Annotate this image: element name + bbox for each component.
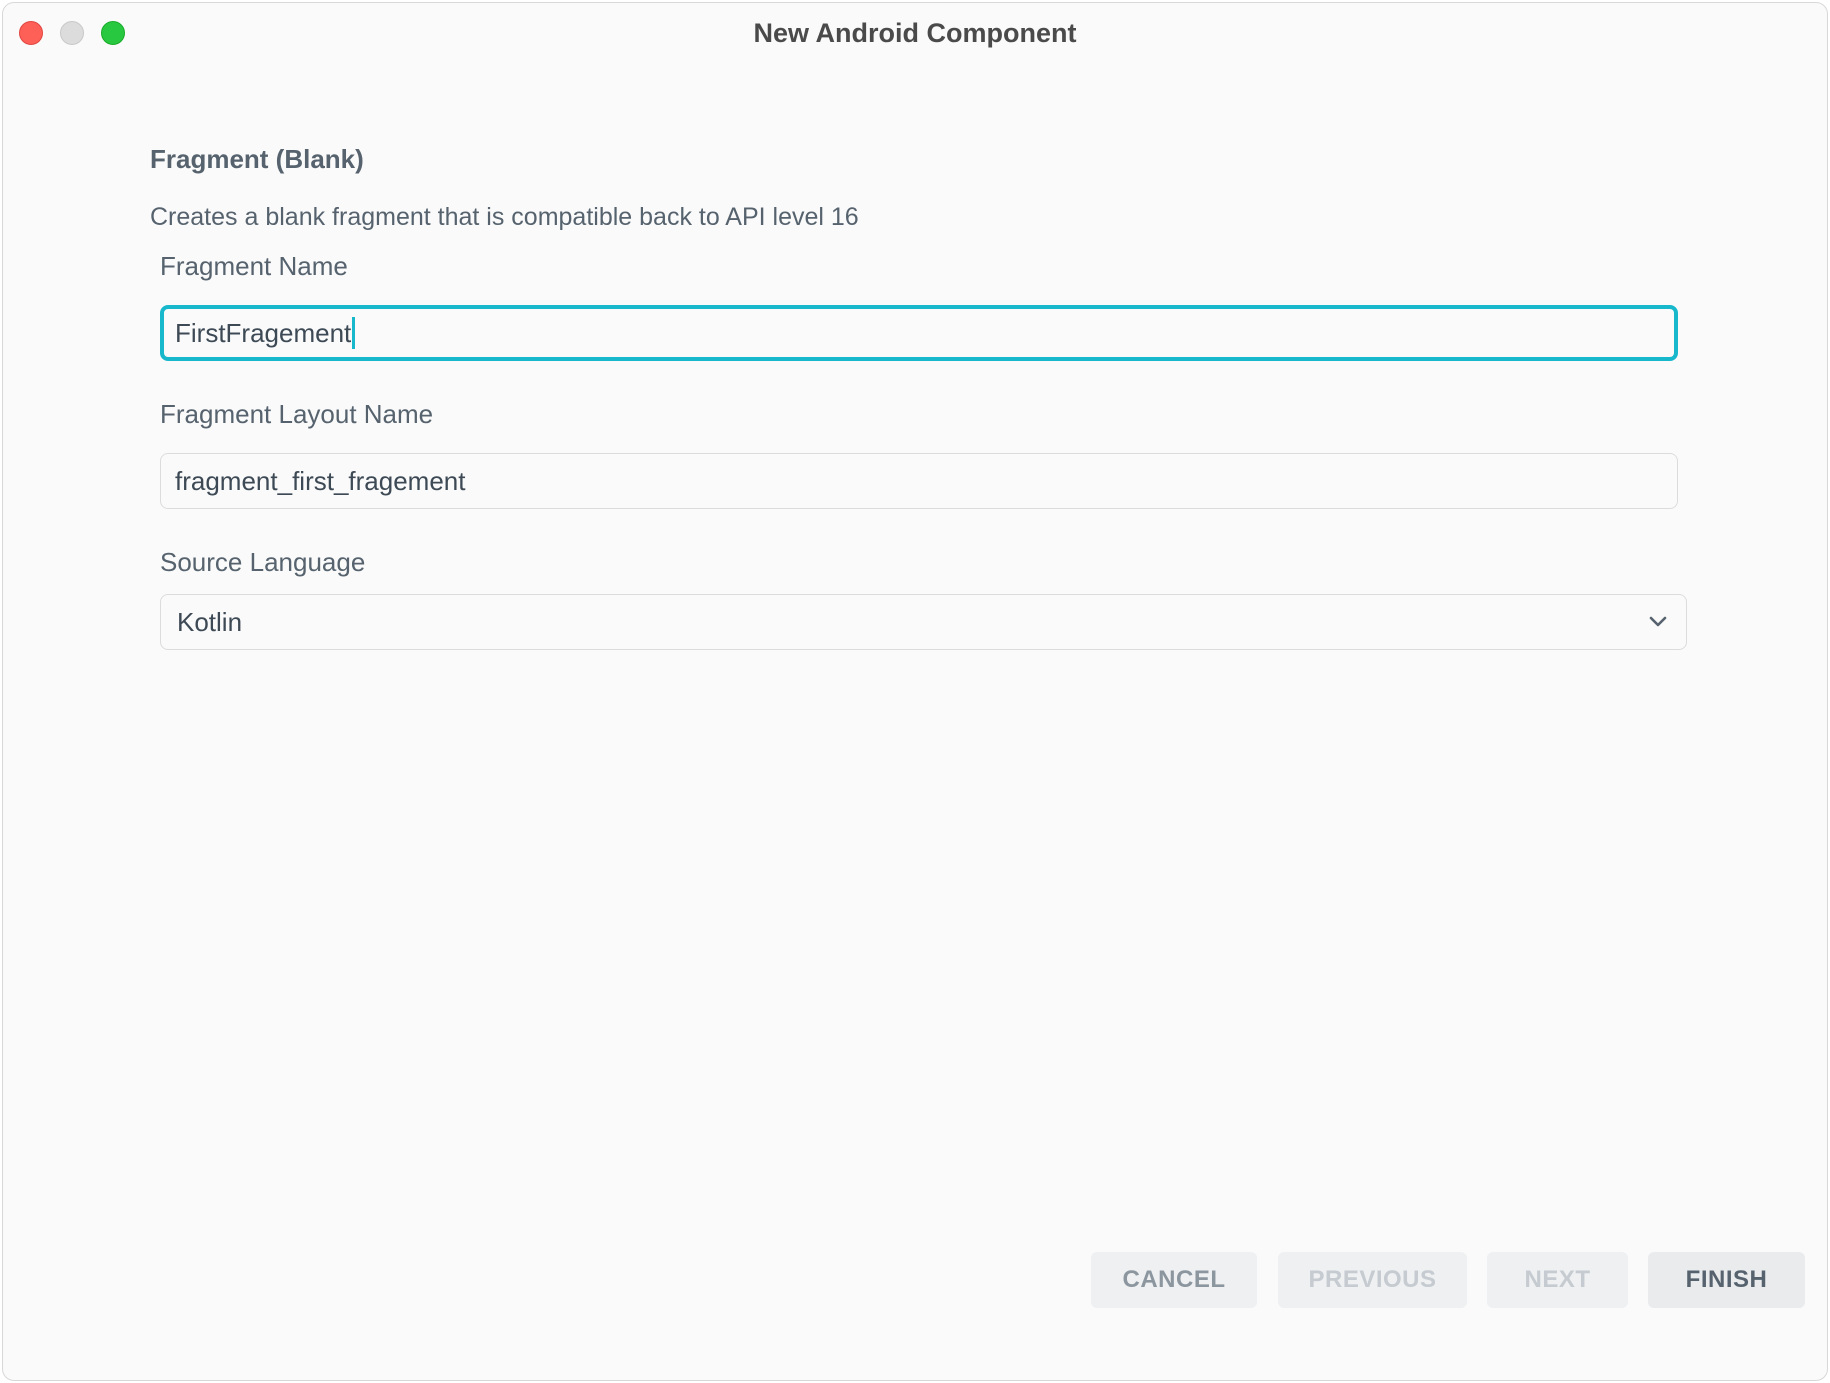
fragment-layout-name-input[interactable]: fragment_first_fragement (160, 453, 1678, 509)
text-caret (352, 317, 356, 350)
fragment-name-label: Fragment Name (160, 251, 348, 281)
fragment-name-value: FirstFragement (175, 318, 352, 348)
source-language-label: Source Language (160, 547, 366, 577)
fragment-name-input[interactable]: FirstFragement (160, 305, 1678, 361)
title-bar: New Android Component (3, 3, 1827, 61)
dialog-window: New Android Component Fragment (Blank) C… (2, 2, 1828, 1381)
fragment-layout-name-label: Fragment Layout Name (160, 399, 434, 429)
template-heading: Fragment (Blank) (150, 144, 364, 174)
previous-button[interactable]: PREVIOUS (1278, 1252, 1467, 1308)
chevron-down-icon (1649, 616, 1667, 627)
next-button[interactable]: NEXT (1487, 1252, 1628, 1308)
window-title: New Android Component (753, 18, 1077, 48)
cancel-button[interactable]: CANCEL (1091, 1252, 1257, 1308)
source-language-value: Kotlin (177, 607, 243, 637)
dialog-content: Fragment (Blank) Creates a blank fragmen… (3, 61, 1827, 1380)
source-language-select[interactable]: Kotlin (160, 594, 1687, 650)
fragment-layout-name-value: fragment_first_fragement (175, 466, 466, 496)
finish-button[interactable]: FINISH (1648, 1252, 1805, 1308)
template-description: Creates a blank fragment that is compati… (150, 203, 859, 231)
